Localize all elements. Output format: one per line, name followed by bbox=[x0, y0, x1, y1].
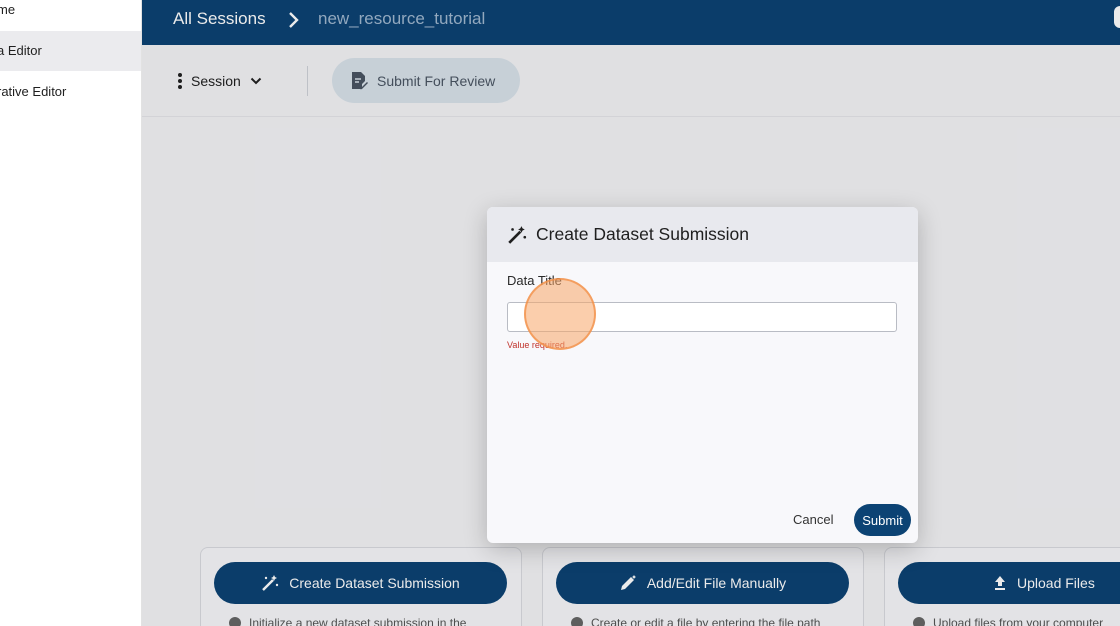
data-title-label: Data Title bbox=[507, 273, 562, 288]
cancel-button[interactable]: Cancel bbox=[793, 512, 833, 527]
sidebar: me a Editor rative Editor bbox=[0, 0, 142, 626]
data-title-input[interactable] bbox=[507, 302, 897, 332]
sidebar-item-label: me bbox=[0, 2, 16, 17]
sidebar-item-metadata-editor[interactable]: a Editor bbox=[0, 31, 141, 71]
create-dataset-dialog: Create Dataset Submission Data Title Val… bbox=[487, 207, 918, 543]
submit-button[interactable]: Submit bbox=[854, 504, 911, 536]
sidebar-item-home[interactable]: me bbox=[0, 0, 141, 30]
dialog-title: Create Dataset Submission bbox=[536, 224, 750, 244]
magic-wand-icon bbox=[508, 225, 527, 244]
sidebar-item-narrative-editor[interactable]: rative Editor bbox=[0, 72, 141, 112]
sidebar-item-label: a Editor bbox=[0, 43, 42, 58]
app-root: me a Editor rative Editor All Sessions n… bbox=[0, 0, 1120, 626]
validation-error: Value required. bbox=[507, 340, 568, 350]
sidebar-item-label: rative Editor bbox=[0, 84, 67, 99]
dialog-header: Create Dataset Submission bbox=[487, 207, 918, 262]
